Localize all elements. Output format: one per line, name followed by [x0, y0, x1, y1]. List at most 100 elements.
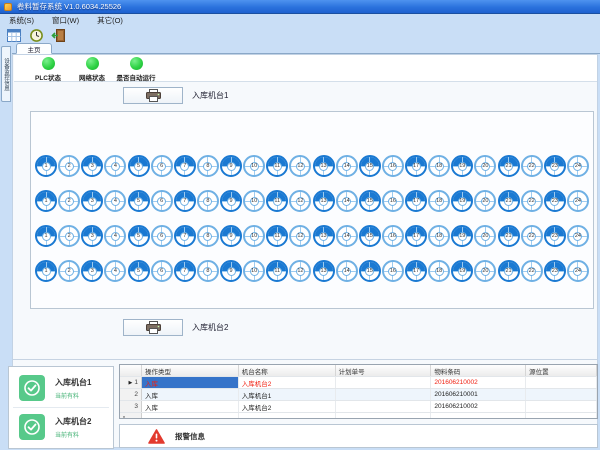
coil-slot-1-22[interactable]: 22 — [521, 155, 543, 177]
coil-slot-4-3[interactable]: 3 — [81, 260, 103, 282]
coil-slot-2-7[interactable]: 7 — [174, 190, 196, 212]
coil-slot-3-3[interactable]: 3 — [81, 225, 103, 247]
menu-item-1[interactable]: 窗口(W) — [43, 15, 88, 26]
coil-slot-2-21[interactable]: 21 — [498, 190, 520, 212]
coil-slot-1-4[interactable]: 4 — [104, 155, 126, 177]
coil-slot-4-5[interactable]: 5 — [128, 260, 150, 282]
coil-slot-4-22[interactable]: 22 — [521, 260, 543, 282]
coil-slot-3-16[interactable]: 16 — [382, 225, 404, 247]
exit-door-icon[interactable] — [49, 28, 67, 43]
table-cell[interactable]: 入库 — [142, 401, 239, 412]
table-cell[interactable]: 入库 — [142, 377, 239, 388]
coil-slot-3-15[interactable]: 15 — [359, 225, 381, 247]
coil-slot-1-16[interactable]: 16 — [382, 155, 404, 177]
coil-slot-2-20[interactable]: 20 — [474, 190, 496, 212]
coil-slot-1-9[interactable]: 9 — [220, 155, 242, 177]
machine-card-1[interactable]: 入库机台1当前有料 — [9, 370, 113, 407]
coil-slot-3-24[interactable]: 24 — [567, 225, 589, 247]
table-cell[interactable]: 入库 — [142, 389, 239, 400]
coil-slot-4-12[interactable]: 12 — [289, 260, 311, 282]
coil-slot-4-17[interactable]: 17 — [405, 260, 427, 282]
table-cell[interactable]: 201606210001 — [431, 389, 526, 400]
coil-slot-3-17[interactable]: 17 — [405, 225, 427, 247]
coil-slot-2-17[interactable]: 17 — [405, 190, 427, 212]
coil-slot-1-2[interactable]: 2 — [58, 155, 80, 177]
table-row[interactable]: 2入库入库机台1201606210001 — [120, 389, 597, 401]
coil-slot-3-14[interactable]: 14 — [336, 225, 358, 247]
coil-slot-4-10[interactable]: 10 — [243, 260, 265, 282]
coil-slot-3-22[interactable]: 22 — [521, 225, 543, 247]
coil-slot-4-4[interactable]: 4 — [104, 260, 126, 282]
coil-slot-3-19[interactable]: 19 — [451, 225, 473, 247]
coil-slot-2-22[interactable]: 22 — [521, 190, 543, 212]
coil-slot-2-2[interactable]: 2 — [58, 190, 80, 212]
coil-slot-3-7[interactable]: 7 — [174, 225, 196, 247]
coil-slot-1-21[interactable]: 21 — [498, 155, 520, 177]
coil-slot-3-8[interactable]: 8 — [197, 225, 219, 247]
table-cell[interactable] — [526, 401, 597, 412]
coil-slot-2-5[interactable]: 5 — [128, 190, 150, 212]
coil-slot-1-5[interactable]: 5 — [128, 155, 150, 177]
coil-slot-2-6[interactable]: 6 — [151, 190, 173, 212]
table-cell[interactable] — [336, 401, 432, 412]
coil-slot-2-19[interactable]: 19 — [451, 190, 473, 212]
column-header-4[interactable]: 源位置 — [526, 365, 597, 376]
coil-slot-3-9[interactable]: 9 — [220, 225, 242, 247]
calendar-icon[interactable] — [5, 28, 23, 43]
coil-slot-1-14[interactable]: 14 — [336, 155, 358, 177]
column-header-3[interactable]: 物料条码 — [431, 365, 526, 376]
coil-slot-1-7[interactable]: 7 — [174, 155, 196, 177]
coil-slot-3-1[interactable]: 1 — [35, 225, 57, 247]
coil-slot-3-11[interactable]: 11 — [266, 225, 288, 247]
coil-slot-1-8[interactable]: 8 — [197, 155, 219, 177]
coil-slot-3-12[interactable]: 12 — [289, 225, 311, 247]
coil-slot-1-6[interactable]: 6 — [151, 155, 173, 177]
table-cell[interactable]: 入库机台2 — [239, 377, 336, 388]
coil-slot-1-19[interactable]: 19 — [451, 155, 473, 177]
coil-slot-2-13[interactable]: 13 — [313, 190, 335, 212]
coil-slot-3-18[interactable]: 18 — [428, 225, 450, 247]
coil-slot-1-17[interactable]: 17 — [405, 155, 427, 177]
menu-item-2[interactable]: 其它(O) — [88, 15, 132, 26]
coil-slot-2-12[interactable]: 12 — [289, 190, 311, 212]
coil-slot-4-24[interactable]: 24 — [567, 260, 589, 282]
coil-slot-1-12[interactable]: 12 — [289, 155, 311, 177]
print-button-station2[interactable] — [123, 319, 183, 336]
coil-slot-3-5[interactable]: 5 — [128, 225, 150, 247]
coil-slot-4-19[interactable]: 19 — [451, 260, 473, 282]
machine-card-2[interactable]: 入库机台2当前有料 — [9, 409, 113, 446]
coil-slot-3-6[interactable]: 6 — [151, 225, 173, 247]
table-cell[interactable]: 201606210002 — [431, 377, 526, 388]
coil-slot-4-21[interactable]: 21 — [498, 260, 520, 282]
coil-slot-4-14[interactable]: 14 — [336, 260, 358, 282]
menu-item-0[interactable]: 系统(S) — [0, 15, 43, 26]
coil-slot-2-14[interactable]: 14 — [336, 190, 358, 212]
table-cell[interactable] — [526, 377, 597, 388]
coil-slot-1-15[interactable]: 15 — [359, 155, 381, 177]
coil-slot-4-11[interactable]: 11 — [266, 260, 288, 282]
coil-slot-1-24[interactable]: 24 — [567, 155, 589, 177]
table-cell[interactable] — [336, 377, 432, 388]
tab-home[interactable]: 主页 — [16, 43, 52, 54]
coil-slot-4-18[interactable]: 18 — [428, 260, 450, 282]
coil-slot-1-13[interactable]: 13 — [313, 155, 335, 177]
column-header-0[interactable]: 操作类型 — [142, 365, 239, 376]
operation-log-table[interactable]: 操作类型机台名称计划单号物料条码源位置▶1入库入库机台2201606210002… — [119, 364, 598, 419]
coil-slot-2-4[interactable]: 4 — [104, 190, 126, 212]
table-cell[interactable] — [336, 389, 432, 400]
column-header-2[interactable]: 计划单号 — [336, 365, 432, 376]
coil-slot-2-10[interactable]: 10 — [243, 190, 265, 212]
coil-slot-2-24[interactable]: 24 — [567, 190, 589, 212]
coil-slot-4-2[interactable]: 2 — [58, 260, 80, 282]
coil-slot-1-23[interactable]: 23 — [544, 155, 566, 177]
coil-slot-2-18[interactable]: 18 — [428, 190, 450, 212]
coil-slot-4-8[interactable]: 8 — [197, 260, 219, 282]
clock-icon[interactable] — [27, 28, 45, 43]
coil-slot-2-11[interactable]: 11 — [266, 190, 288, 212]
table-cell[interactable]: 入库机台1 — [239, 389, 336, 400]
table-cell[interactable]: 入库机台2 — [239, 401, 336, 412]
coil-slot-3-4[interactable]: 4 — [104, 225, 126, 247]
coil-slot-2-3[interactable]: 3 — [81, 190, 103, 212]
coil-slot-4-23[interactable]: 23 — [544, 260, 566, 282]
coil-slot-1-10[interactable]: 10 — [243, 155, 265, 177]
